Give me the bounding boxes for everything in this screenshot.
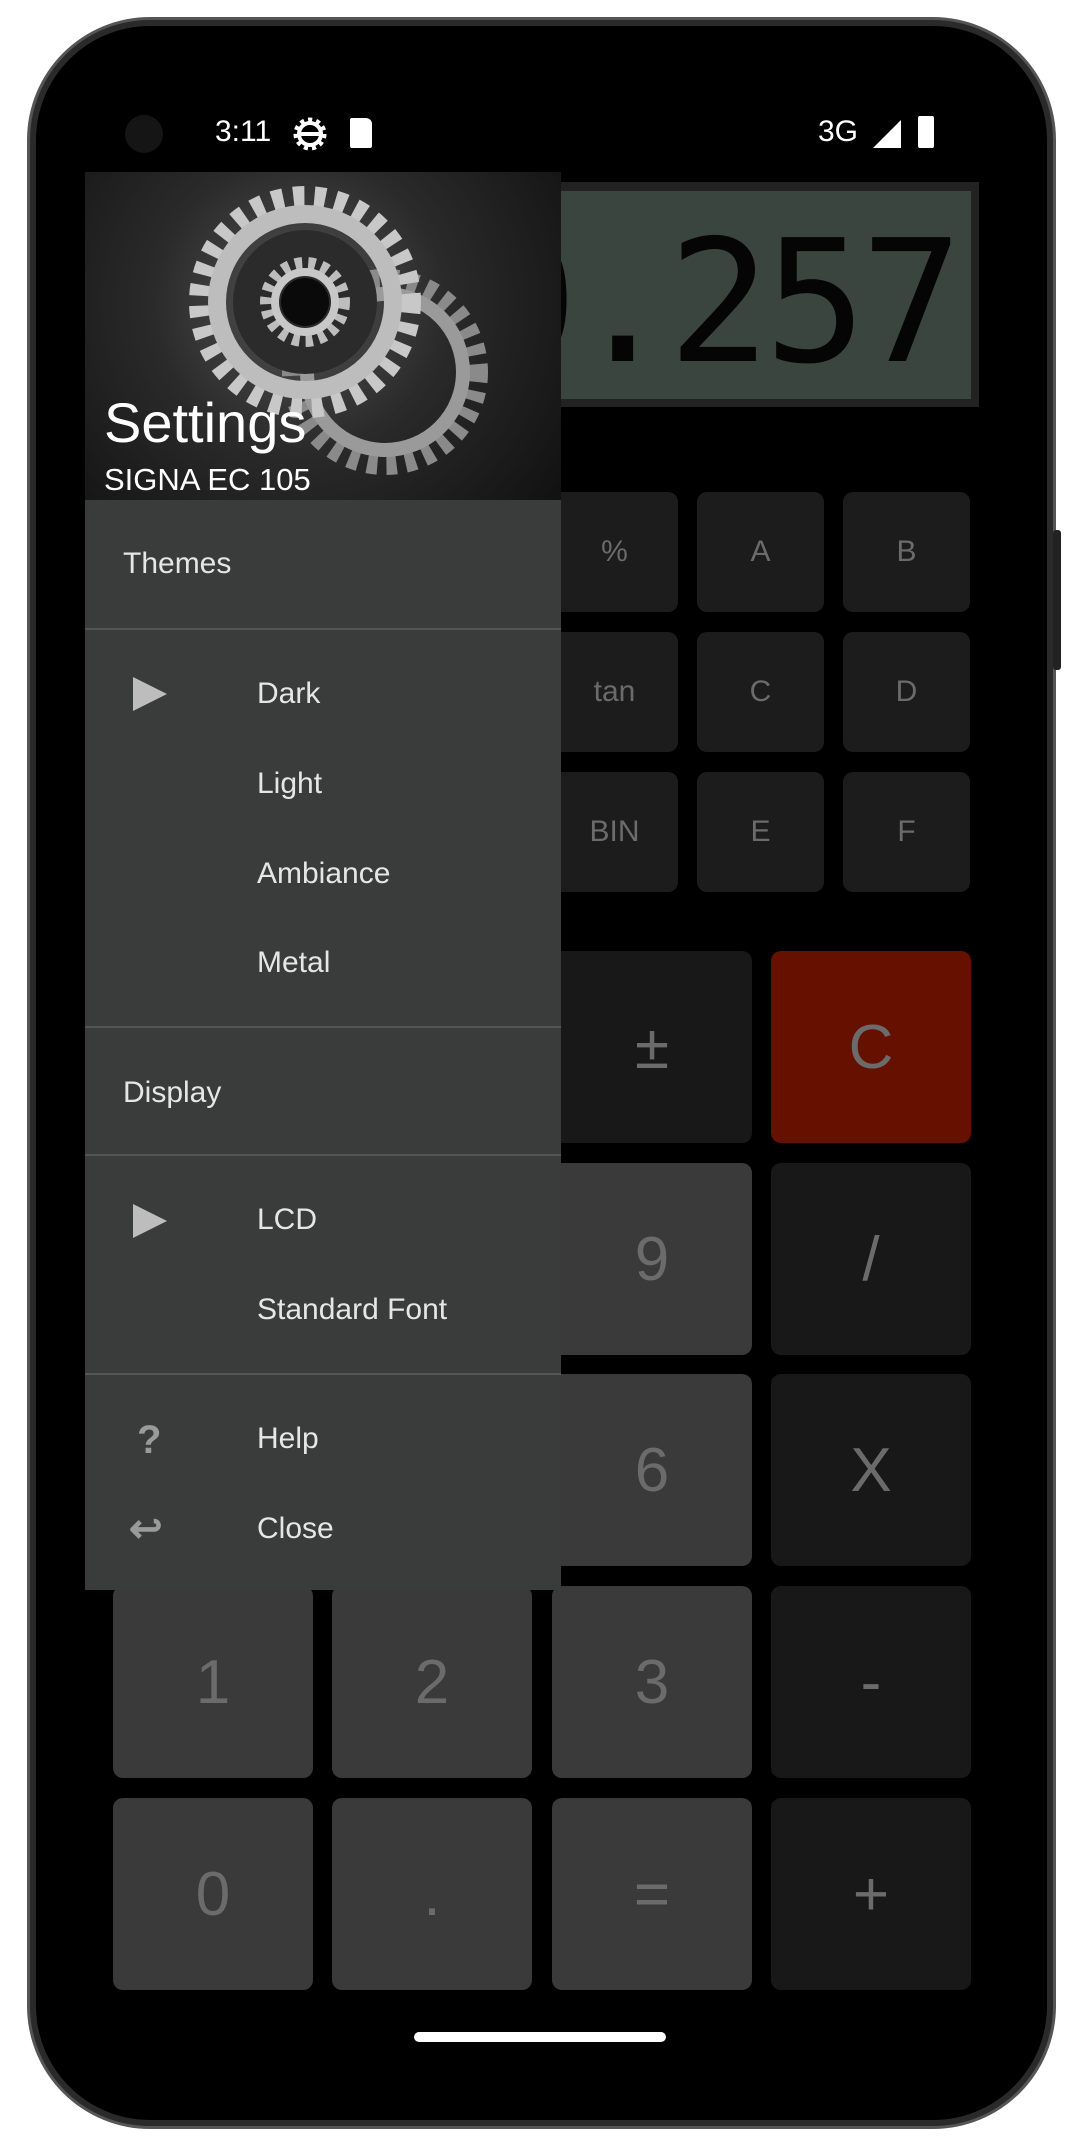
settings-gear-icon xyxy=(293,117,327,156)
selected-arrow-icon xyxy=(133,1204,167,1238)
key-button[interactable]: 6 xyxy=(552,1374,752,1566)
drawer-title: Settings xyxy=(104,391,307,454)
key-button[interactable]: . xyxy=(332,1798,532,1990)
settings-drawer: Settings SIGNA EC 105 Themes Dark Light … xyxy=(85,172,561,1590)
key-bin[interactable]: BIN xyxy=(551,772,678,892)
key-percent[interactable]: % xyxy=(551,492,678,612)
theme-metal[interactable]: Metal xyxy=(257,946,330,980)
key-button[interactable]: = xyxy=(552,1798,752,1990)
divider xyxy=(85,1154,561,1156)
key-button[interactable]: 0 xyxy=(113,1798,313,1990)
key-button[interactable]: 1 xyxy=(113,1586,313,1778)
key-button[interactable]: 9 xyxy=(552,1163,752,1355)
display-section-header: Display xyxy=(123,1076,222,1109)
sd-card-icon xyxy=(350,118,372,148)
divider xyxy=(85,1026,561,1028)
key-button[interactable]: ± xyxy=(552,951,752,1143)
key-a[interactable]: A xyxy=(697,492,824,612)
status-time: 3:11 xyxy=(215,115,272,148)
key-button[interactable]: 2 xyxy=(332,1586,532,1778)
divider xyxy=(85,628,561,630)
divider xyxy=(85,1373,561,1375)
theme-light[interactable]: Light xyxy=(257,767,322,801)
selected-arrow-icon xyxy=(133,677,167,711)
key-button[interactable]: X xyxy=(771,1374,971,1566)
key-e[interactable]: E xyxy=(697,772,824,892)
display-standard-font[interactable]: Standard Font xyxy=(257,1293,447,1327)
home-indicator[interactable] xyxy=(414,2032,666,2042)
key-tan[interactable]: tan xyxy=(551,632,678,752)
signal-icon xyxy=(873,120,901,148)
network-type: 3G xyxy=(818,115,859,148)
theme-dark[interactable]: Dark xyxy=(257,677,320,711)
key-button[interactable]: C xyxy=(771,951,971,1143)
drawer-header: Settings SIGNA EC 105 xyxy=(85,172,561,500)
key-button[interactable]: / xyxy=(771,1163,971,1355)
lcd-screen: 0.257 xyxy=(475,191,971,402)
undo-icon: ↩ xyxy=(129,1507,163,1551)
key-b[interactable]: B xyxy=(843,492,970,612)
drawer-subtitle: SIGNA EC 105 xyxy=(104,462,311,497)
themes-section-header: Themes xyxy=(123,547,232,580)
key-button[interactable]: + xyxy=(771,1798,971,1990)
lcd-display: 0.257 xyxy=(475,182,979,407)
key-button[interactable]: - xyxy=(771,1586,971,1778)
theme-ambiance[interactable]: Ambiance xyxy=(257,857,390,891)
key-d[interactable]: D xyxy=(843,632,970,752)
key-button[interactable]: 3 xyxy=(552,1586,752,1778)
key-c[interactable]: C xyxy=(697,632,824,752)
help-icon: ? xyxy=(137,1418,162,1462)
help-menu-item[interactable]: Help xyxy=(257,1422,319,1456)
battery-icon xyxy=(918,116,934,148)
camera-icon xyxy=(125,115,163,153)
side-button xyxy=(1053,530,1061,670)
key-f[interactable]: F xyxy=(843,772,970,892)
close-menu-item[interactable]: Close xyxy=(257,1512,334,1546)
display-lcd[interactable]: LCD xyxy=(257,1203,317,1237)
